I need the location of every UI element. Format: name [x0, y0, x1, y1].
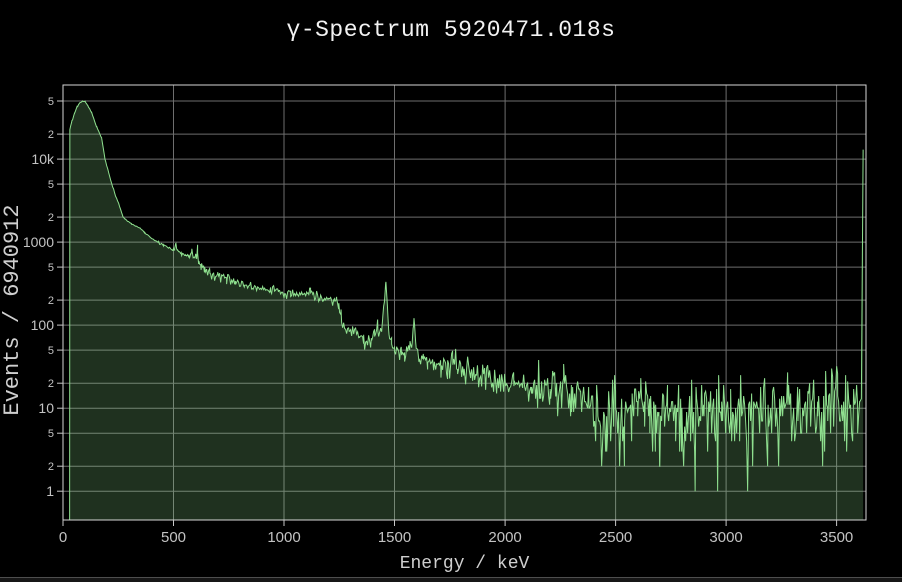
x-tick-label: 2500	[599, 529, 632, 546]
y-tick-label: 2	[48, 212, 54, 224]
x-tick-label: 1500	[378, 529, 411, 546]
y-tick-label: 5	[48, 428, 54, 440]
y-tick-label: 2	[48, 378, 54, 390]
x-tick-label: 2000	[488, 529, 521, 546]
y-tick-label: 1000	[23, 234, 54, 250]
x-tick-label: 1000	[267, 529, 300, 546]
y-tick-label: 10k	[31, 151, 55, 167]
y-tick-label: 5	[48, 262, 54, 274]
y-tick-label: 2	[48, 295, 54, 307]
y-tick-label: 5	[48, 96, 54, 108]
y-tick-label: 2	[48, 461, 54, 473]
y-tick-label: 1	[46, 483, 54, 499]
app-window: γ-Spectrum 5920471.018s Events / 6940912…	[0, 0, 902, 582]
spectrum-plot[interactable]: 1 2 5 10 2 5 100 2 5 1000 2 5 10k 2 5 0 500 1000 1500 2000 2…	[0, 0, 902, 560]
x-tick-label: 3000	[709, 529, 742, 546]
x-axis-title: Energy / keV	[63, 554, 866, 574]
y-tick-label: 5	[48, 345, 54, 357]
spectrum-area-fill	[70, 101, 864, 520]
x-tick-label: 500	[161, 529, 186, 546]
y-tick-label: 10	[38, 400, 54, 416]
bottom-bar	[0, 578, 902, 582]
y-tick-label: 100	[31, 317, 55, 333]
x-tick-label: 3500	[820, 529, 853, 546]
y-tick-label: 5	[48, 179, 54, 191]
x-tick-label: 0	[59, 529, 67, 546]
y-tick-label: 2	[48, 129, 54, 141]
